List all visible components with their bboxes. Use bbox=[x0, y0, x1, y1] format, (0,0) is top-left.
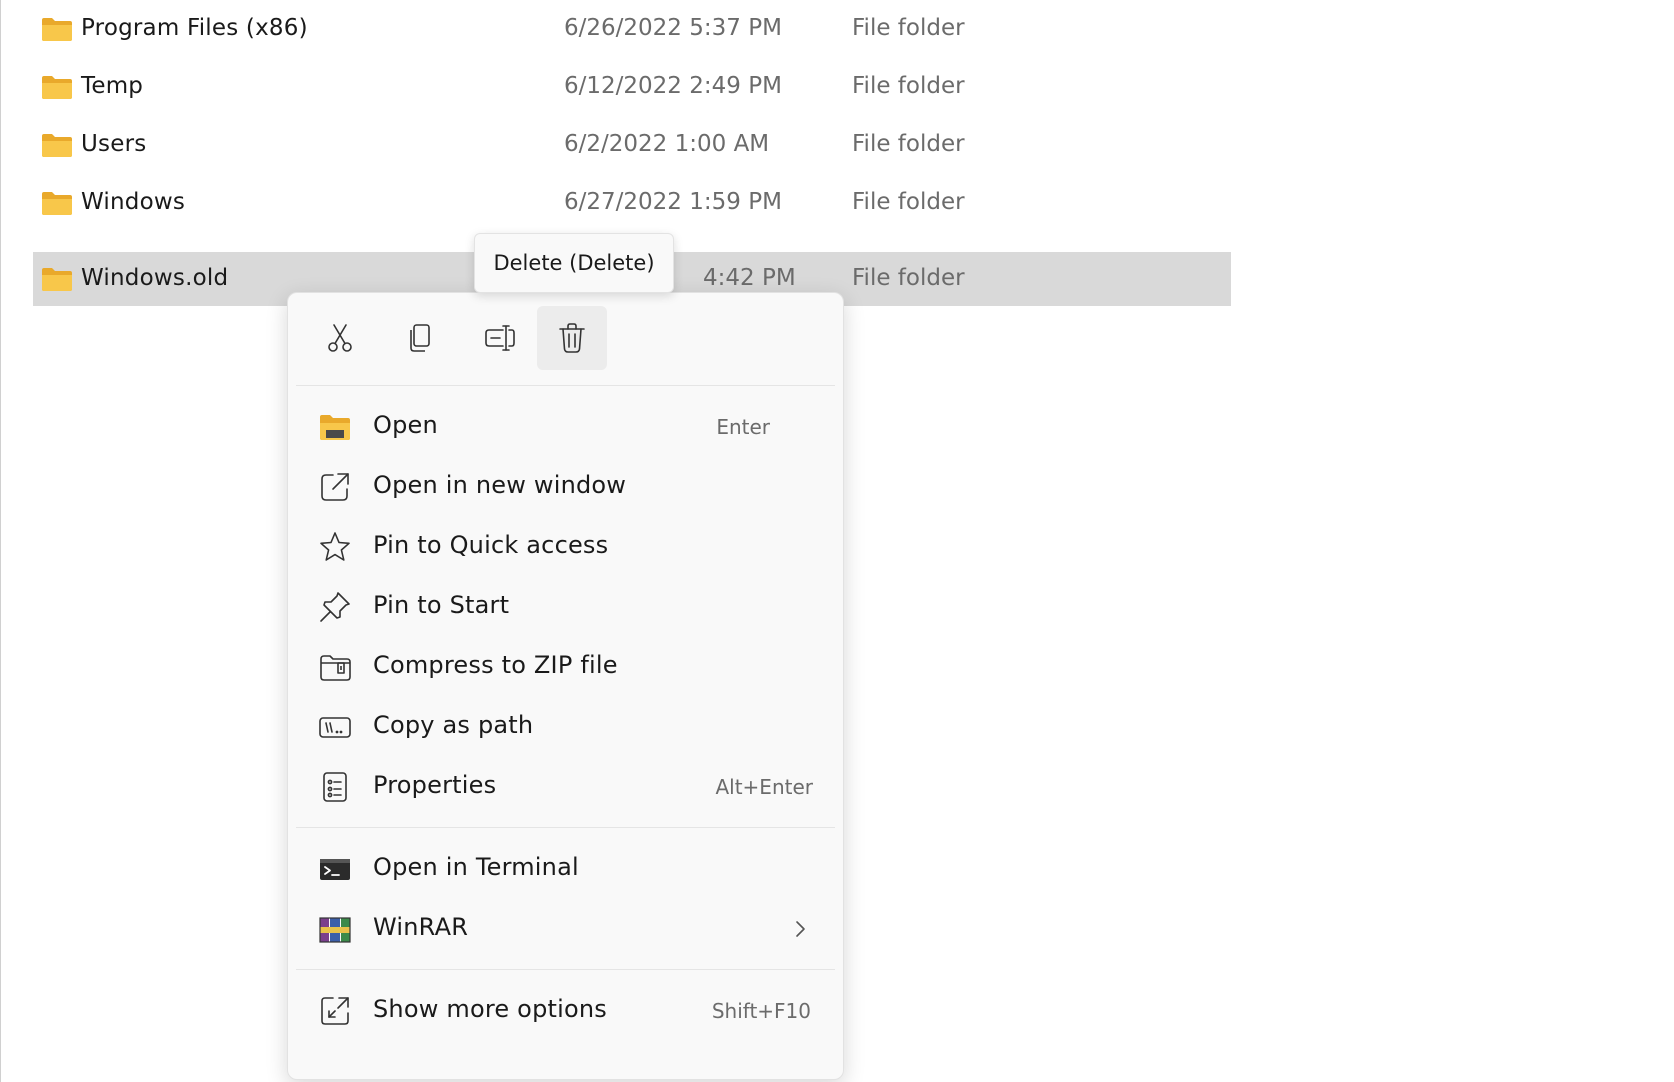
file-name: Program Files (x86) bbox=[81, 15, 308, 41]
menu-item-shortcut: Shift+F10 bbox=[711, 999, 811, 1023]
zip-folder-icon bbox=[318, 650, 352, 684]
file-date-modified: 6/12/2022 2:49 PM bbox=[564, 73, 782, 99]
menu-item-copy-as-path[interactable]: Copy as path bbox=[296, 697, 835, 757]
file-name: Temp bbox=[81, 73, 144, 99]
menu-item-properties[interactable]: Properties Alt+Enter bbox=[296, 757, 835, 817]
menu-item-winrar[interactable]: WinRAR bbox=[296, 899, 835, 959]
menu-separator bbox=[296, 969, 835, 970]
menu-item-label: Open in new window bbox=[373, 471, 627, 499]
menu-item-label: Pin to Start bbox=[373, 591, 510, 619]
menu-item-shortcut: Alt+Enter bbox=[715, 775, 813, 799]
menu-separator bbox=[296, 385, 835, 386]
file-type: File folder bbox=[852, 131, 965, 157]
copy-button[interactable] bbox=[385, 306, 455, 370]
folder-icon bbox=[41, 266, 73, 292]
menu-item-open-terminal[interactable]: Open in Terminal bbox=[296, 839, 835, 899]
chevron-right-icon bbox=[789, 917, 811, 941]
file-date-modified: 4:42 PM bbox=[703, 265, 796, 291]
folder-icon bbox=[41, 190, 73, 216]
file-date-modified: 6/2/2022 1:00 AM bbox=[564, 131, 770, 157]
menu-item-label: Properties bbox=[373, 771, 497, 799]
file-date-modified: 6/26/2022 5:37 PM bbox=[564, 15, 782, 41]
menu-item-compress-zip[interactable]: Compress to ZIP file bbox=[296, 637, 835, 697]
menu-item-open-new-window[interactable]: Open in new window bbox=[296, 457, 835, 517]
cut-button[interactable] bbox=[305, 306, 375, 370]
terminal-icon bbox=[318, 852, 352, 886]
menu-item-label: Copy as path bbox=[373, 711, 534, 739]
file-type: File folder bbox=[852, 73, 965, 99]
rename-icon bbox=[485, 325, 515, 351]
file-row-windows[interactable]: Windows 6/27/2022 1:59 PM File folder bbox=[33, 176, 1231, 230]
context-menu: Open Enter Open in new window Pin to Qui… bbox=[287, 292, 844, 1080]
folder-icon bbox=[41, 132, 73, 158]
menu-item-show-more-options[interactable]: Show more options Shift+F10 bbox=[296, 981, 835, 1041]
file-name: Windows.old bbox=[81, 265, 229, 291]
folder-open-icon bbox=[318, 410, 352, 444]
menu-item-pin-quick-access[interactable]: Pin to Quick access bbox=[296, 517, 835, 577]
copy-icon bbox=[410, 324, 430, 352]
scissors-icon bbox=[328, 324, 352, 352]
delete-tooltip: Delete (Delete) bbox=[474, 233, 674, 293]
pin-icon bbox=[318, 590, 352, 624]
file-row-temp[interactable]: Temp 6/12/2022 2:49 PM File folder bbox=[33, 60, 1231, 114]
file-explorer-view: Program Files (x86) 6/26/2022 5:37 PM Fi… bbox=[0, 0, 1674, 1082]
winrar-icon bbox=[318, 912, 352, 946]
file-name: Users bbox=[81, 131, 147, 157]
more-options-icon bbox=[318, 994, 352, 1028]
copy-path-icon bbox=[318, 710, 352, 744]
file-type: File folder bbox=[852, 265, 965, 291]
menu-item-shortcut: Enter bbox=[716, 415, 770, 439]
folder-icon bbox=[41, 74, 73, 100]
open-new-window-icon bbox=[318, 470, 352, 504]
menu-item-label: Show more options bbox=[373, 995, 607, 1023]
menu-item-label: Open bbox=[373, 411, 438, 439]
menu-separator bbox=[296, 827, 835, 828]
window-edge bbox=[0, 0, 1, 1082]
file-type: File folder bbox=[852, 15, 965, 41]
menu-item-label: Open in Terminal bbox=[373, 853, 579, 881]
file-date-modified: 6/27/2022 1:59 PM bbox=[564, 189, 782, 215]
trash-icon bbox=[559, 323, 585, 353]
context-menu-toolbar bbox=[288, 293, 843, 385]
delete-button[interactable] bbox=[537, 306, 607, 370]
menu-item-label: WinRAR bbox=[373, 913, 469, 941]
tooltip-text: Delete (Delete) bbox=[493, 251, 655, 275]
menu-item-label: Compress to ZIP file bbox=[373, 651, 618, 679]
file-row-program-files-x86[interactable]: Program Files (x86) 6/26/2022 5:37 PM Fi… bbox=[33, 2, 1231, 56]
properties-icon bbox=[318, 770, 352, 804]
menu-item-pin-to-start[interactable]: Pin to Start bbox=[296, 577, 835, 637]
menu-item-open[interactable]: Open Enter bbox=[296, 397, 835, 457]
folder-icon bbox=[41, 16, 73, 42]
file-row-users[interactable]: Users 6/2/2022 1:00 AM File folder bbox=[33, 118, 1231, 172]
file-type: File folder bbox=[852, 189, 965, 215]
file-name: Windows bbox=[81, 189, 186, 215]
rename-button[interactable] bbox=[465, 306, 535, 370]
menu-item-label: Pin to Quick access bbox=[373, 531, 609, 559]
star-icon bbox=[318, 530, 352, 564]
